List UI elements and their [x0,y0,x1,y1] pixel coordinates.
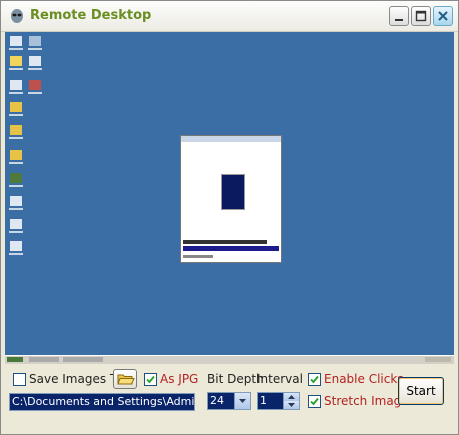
desktop-icon-label [9,48,23,50]
save-images-label: Save Images To [29,372,123,386]
desktop-icon-label [9,114,23,116]
remote-start-button [7,357,23,362]
bit-depth-value: 24 [210,394,224,407]
interval-spinner[interactable]: 1 [257,392,300,410]
minimize-button[interactable] [389,6,409,26]
close-button[interactable] [433,6,453,26]
chevron-up-icon [288,395,295,399]
desktop-icon-label [9,208,23,210]
desktop-icon-label [28,68,42,70]
window-title: Remote Desktop [30,8,152,23]
interval-value: 1 [260,394,267,407]
minimize-icon [395,19,403,21]
remote-nested-path [183,246,279,251]
remote-system-tray [425,357,451,362]
remote-nested-screen [221,174,245,210]
enable-clicks-checkbox[interactable] [308,373,321,386]
desktop-icon-label [9,253,23,255]
remote-nested-controls [183,240,267,244]
chevron-down-icon [288,403,295,407]
as-jpg-label: As JPG [160,372,199,386]
checkmark-icon [146,375,155,384]
alien-icon [9,8,25,24]
desktop-icon [29,80,41,90]
checkmark-icon [310,397,319,406]
stretch-image-checkbox[interactable] [308,395,321,408]
desktop-icon [10,80,22,90]
desktop-icon [10,102,22,112]
desktop-icon [29,56,41,66]
desktop-icon [10,219,22,229]
remote-nested-window [180,135,282,263]
interval-decrement-button[interactable] [283,401,299,409]
desktop-icon [10,173,22,183]
desktop-icon [10,241,22,251]
as-jpg-checkbox[interactable] [144,373,157,386]
desktop-icon-label [9,92,23,94]
bit-depth-select[interactable]: 24 [207,392,251,410]
chevron-down-icon [239,399,246,403]
remote-nested-status [183,255,213,258]
close-icon [438,11,448,21]
browse-folder-button[interactable] [113,369,137,389]
desktop-icon-label [9,68,23,70]
desktop-icon-label [9,185,23,187]
desktop-icon-label [9,137,23,139]
desktop-icon-label [28,48,42,50]
folder-open-icon [117,374,135,385]
remote-screen-view[interactable] [5,32,454,364]
save-images-checkbox[interactable] [13,373,26,386]
desktop-icon [10,125,22,135]
desktop-icon-label [9,162,23,164]
bit-depth-dropdown-button[interactable] [234,393,250,409]
maximize-button[interactable] [411,6,431,26]
remote-nested-window-titlebar [181,136,281,142]
start-button[interactable]: Start [398,377,444,405]
desktop-icon-label [9,231,23,233]
remote-desktop-window: Remote Desktop Save Images To As JPG C:\… [0,0,459,435]
title-bar[interactable]: Remote Desktop [1,1,458,32]
interval-increment-button[interactable] [283,393,299,401]
bit-depth-label: Bit Depth [207,372,264,386]
stretch-image-label: Stretch Image [324,394,409,408]
desktop-icon [10,150,22,160]
save-path-field[interactable]: C:\Documents and Settings\Administr [9,393,195,411]
checkmark-icon [310,375,319,384]
enable-clicks-label: Enable Clicks [324,372,404,386]
maximize-icon [415,10,427,22]
desktop-icon [10,36,22,46]
desktop-icon [10,196,22,206]
desktop-icon [10,56,22,66]
desktop-icon [29,36,41,46]
interval-label: Interval [257,372,303,386]
remote-taskbar [5,355,454,364]
desktop-icon-label [28,92,42,94]
remote-task-item [29,357,59,362]
remote-task-item [63,357,103,362]
